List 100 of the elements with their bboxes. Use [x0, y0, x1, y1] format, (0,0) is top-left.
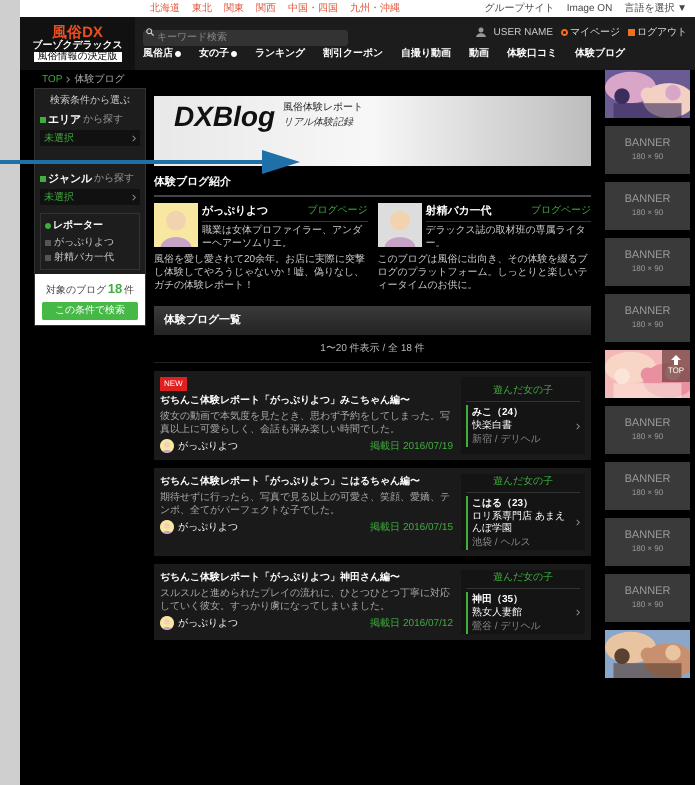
panel-title: 検索条件から選ぶ: [49, 94, 131, 108]
nav-tab[interactable]: 風俗店: [143, 46, 181, 61]
blog-post-card[interactable]: ぢちんこ体験レポート「がっぷりよつ」神田さん編〜 スルスルと進められたプレイの流れに、ひとつひとつ丁寧に対応していく彼女。すっかり虜になってしまいました。 がっぷりよつ 掲載日 2016/07/12 遊んだ女の子 神田（35） 熟女人妻館 鶯谷 / デリヘル: [154, 564, 591, 640]
post-title: ぢちんこ体験レポート「がっぷりよつ」神田さん編〜: [160, 570, 401, 584]
account-link[interactable]: ログアウト: [628, 24, 687, 40]
reporter-icon: [45, 222, 51, 228]
shop-area: 新宿 / デリヘル: [472, 432, 574, 447]
filter-icon: [40, 176, 46, 182]
chevron-icon: [132, 194, 136, 200]
banner-ad[interactable]: BANNER 180 × 90: [605, 126, 690, 174]
top-link[interactable]: 言語を選択 ▼: [624, 1, 687, 16]
region-link[interactable]: 東北: [192, 1, 212, 16]
account-link[interactable]: マイページ: [561, 24, 620, 40]
checkbox[interactable]: [45, 240, 51, 246]
banner-ad[interactable]: BANNER 180 × 90: [605, 574, 690, 622]
banner-size: 180 × 90: [632, 430, 664, 442]
girl-label: 遊んだ女の子: [466, 383, 580, 402]
banner-ad[interactable]: BANNER 180 × 90: [605, 238, 690, 286]
shop-name: 快楽白書: [472, 420, 513, 432]
banner-ad[interactable]: BANNER 180 × 90: [605, 518, 690, 566]
nav-tab[interactable]: ランキング: [255, 46, 305, 61]
breadcrumb-link[interactable]: TOP: [42, 72, 62, 86]
filter-icon: [40, 117, 46, 123]
author-name: がっぷりよつ: [178, 440, 238, 454]
blog-page-link[interactable]: ブログページ: [531, 203, 591, 218]
checkbox-label: がっぷりよつ: [54, 236, 114, 250]
nav-tab[interactable]: 体験ブログ: [575, 46, 625, 61]
top-link[interactable]: Image ON: [566, 1, 612, 16]
region-link[interactable]: 関西: [256, 1, 276, 16]
girl-label: 遊んだ女の子: [466, 570, 580, 588]
hero-subtitle: 風俗体験レポート: [283, 101, 364, 115]
blog-post-card[interactable]: NEW ぢちんこ体験レポート「がっぷりよつ」みこちゃん編〜 彼女の動画で本気度を見たとき、思わず予約をしてしまった。写真以上に可愛らしく、会話も弾み楽しい時間でした。 がっぷりよつ 掲載日 2016/07/19 遊んだ女の子 みこ（24） 快楽白書 新宿 / デリヘル: [154, 370, 591, 460]
nav-tab[interactable]: 動画: [469, 46, 489, 61]
filter-select[interactable]: 未選択: [40, 130, 140, 146]
shop-name: 熟女人妻館: [472, 606, 523, 618]
nav-tab[interactable]: 女の子: [199, 46, 237, 61]
avatar-icon: [378, 202, 422, 246]
region-link[interactable]: 九州・沖縄: [350, 1, 400, 16]
banner-size: 180 × 90: [632, 598, 664, 610]
search-field[interactable]: キーワード検索: [143, 30, 348, 46]
girl-name: こはる（23）: [472, 496, 534, 510]
blog-post-card[interactable]: ぢちんこ体験レポート「がっぷりよつ」こはるちゃん編〜 期待せずに行ったら、写真で見る以上の可愛さ、笑顔、愛嬌、テンポ、全てがパーフェクトな子でした。 がっぷりよつ 掲載日 2016/07/15 遊んだ女の子 こはる（23） ロリ系専門店 あまえんぼ学園 池袋 / ヘルス: [154, 468, 591, 556]
post-date: 掲載日 2016/07/15: [370, 520, 453, 534]
post-date: 掲載日 2016/07/12: [370, 616, 453, 630]
top-link[interactable]: グループサイト: [484, 1, 555, 16]
section-header: 体験ブログ一覧: [154, 306, 591, 334]
region-link[interactable]: 関東: [224, 1, 244, 16]
banner-label: BANNER: [624, 306, 670, 316]
chevron-icon: [576, 519, 580, 526]
shop-name: ロリ系専門店 あまえんぼ学園: [472, 510, 566, 534]
breadcrumb-link[interactable]: 体験ブログ: [74, 72, 124, 86]
avatar-icon: [160, 616, 174, 630]
checkbox-label: 射精バカ一代: [54, 250, 114, 265]
avatar-icon: [160, 439, 174, 453]
banner-label: BANNER: [624, 530, 670, 540]
banner-size: 180 × 90: [632, 318, 664, 330]
arrow-up-icon: [671, 355, 681, 365]
blog-page-link[interactable]: ブログページ: [308, 203, 368, 218]
site-logo[interactable]: 風俗DX ブーゾクデラックス 風俗情報の決定版: [20, 17, 135, 70]
filter-select[interactable]: 未選択: [40, 189, 140, 205]
post-excerpt: スルスルと進められたプレイの流れに、ひとつひとつ丁寧に対応していく彼女。すっかり虜になってしまいました。: [160, 586, 451, 612]
banner-label: BANNER: [624, 250, 670, 260]
avatar-icon: [154, 202, 198, 246]
author-name: がっぷりよつ: [178, 520, 238, 534]
chevron-icon: [132, 134, 136, 142]
section-title: 体験ブログ紹介: [154, 174, 591, 196]
banner-size: 180 × 90: [632, 486, 664, 498]
result-count: 18: [108, 280, 122, 298]
post-title: ぢちんこ体験レポート「がっぷりよつ」みこちゃん編〜: [160, 394, 411, 408]
nav-tab[interactable]: 自撮り動画: [401, 46, 451, 61]
banner-size: 180 × 90: [632, 206, 664, 218]
checkbox[interactable]: [45, 254, 51, 260]
banner-ad[interactable]: BANNER 180 × 90: [605, 462, 690, 510]
banner-ad[interactable]: BANNER 180 × 90: [605, 406, 690, 454]
post-date: 掲載日 2016/07/19: [370, 440, 453, 454]
result-range: 1〜20 件表示 / 全 18 件: [154, 334, 591, 362]
filter-label: エリア: [48, 113, 81, 127]
nav-tab[interactable]: 体験口コミ: [507, 46, 557, 61]
ring-icon: [561, 28, 568, 36]
back-to-top-button[interactable]: TOP: [662, 350, 690, 382]
reporter-description: このブログは風俗に出向き、その体験を綴るブログのプラットフォーム。しっとりと楽しいティータイムのお供に。: [378, 253, 588, 292]
count-unit: 件: [124, 284, 134, 298]
banner-label: BANNER: [624, 418, 670, 428]
banner-size: 180 × 90: [632, 150, 664, 162]
hero-tagline: リアル体験記録: [283, 116, 355, 130]
nav-tab[interactable]: 割引クーポン: [323, 46, 383, 61]
reporter-name: 射精バカ一代: [426, 204, 492, 218]
post-excerpt: 期待せずに行ったら、写真で見る以上の可愛さ、笑顔、愛嬌、テンポ、全てがパーフェクトな子でした。: [160, 490, 451, 516]
banner-ad[interactable]: BANNER 180 × 90: [605, 182, 690, 230]
girl-name: 神田（35）: [472, 592, 524, 606]
banner-label: BANNER: [624, 138, 670, 148]
region-link[interactable]: 中国・四国: [288, 1, 338, 16]
reporter-bio: デラックス誌の取材班の専属ライター。: [426, 224, 586, 250]
banner-size: 180 × 90: [632, 262, 664, 274]
shop-area: 池袋 / ヘルス: [472, 534, 574, 550]
avatar-icon: [160, 520, 174, 534]
post-title: ぢちんこ体験レポート「がっぷりよつ」こはるちゃん編〜: [160, 474, 421, 488]
hero-logo: DXBlog: [174, 100, 276, 134]
region-link[interactable]: 北海道: [150, 1, 180, 16]
banner-ad[interactable]: BANNER 180 × 90: [605, 294, 690, 342]
